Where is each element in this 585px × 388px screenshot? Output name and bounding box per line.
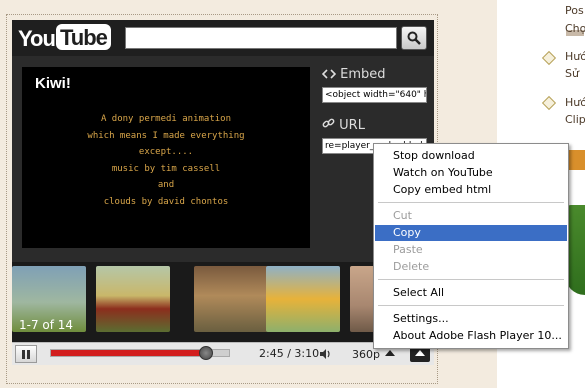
menu-item-watch-on-youtube[interactable]: Watch on YouTube [375,165,567,181]
embed-label: Embed [321,67,386,82]
url-label: URL [322,117,365,133]
player-header: You Tube [12,20,434,56]
menu-separator [378,279,564,280]
related-counter: 1-7 of 14 [19,318,74,332]
youtube-logo-tube[interactable]: Tube [56,24,111,50]
embed-code-field[interactable]: <object width="640" h [322,87,427,103]
credit-line: except.... [138,147,194,157]
pause-button[interactable] [15,345,37,363]
video-title: Kiwi! [35,75,71,92]
related-video-thumbnail[interactable] [96,266,170,332]
menu-item-paste[interactable]: Paste [375,242,567,258]
link-icon [322,118,335,128]
sidebar-link-3-line-2[interactable]: Clip [565,113,585,126]
search-input[interactable] [125,27,397,49]
video-area[interactable]: Kiwi! A dony permedi animation which mea… [22,67,310,287]
quality-selector[interactable]: 360p [352,348,380,361]
seek-bar[interactable] [50,346,230,360]
seek-progress [51,350,206,356]
menu-separator [378,305,564,306]
sidebar-link-1-line-2[interactable]: Chọ [565,22,585,35]
credit-line: which means I made everything [87,130,245,141]
credit-line: clouds by david chontos [103,196,229,207]
credit-line: and [157,180,175,190]
youtube-player[interactable]: You Tube Kiwi! A dony permedi animation … [12,20,434,365]
quality-arrow-icon[interactable] [385,350,395,356]
context-menu: Stop download Watch on YouTube Copy embe… [373,143,569,349]
sidebar-link-3-line-1[interactable]: Hướ [565,96,585,109]
url-label-text: URL [339,118,365,133]
menu-item-copy[interactable]: Copy [375,225,567,241]
search-button[interactable] [401,26,427,50]
player-controls: 2:45 / 3:10 360p [12,342,434,365]
menu-separator [378,202,564,203]
sidebar-link-2-line-2[interactable]: Sử [565,67,579,80]
menu-item-delete[interactable]: Delete [375,259,567,275]
code-icon [321,69,337,79]
related-video-thumbnail[interactable] [194,266,268,332]
related-video-thumbnail[interactable] [266,266,340,332]
embed-label-text: Embed [340,67,386,82]
credit-line: music by tim cassell [111,163,221,174]
youtube-logo-you[interactable]: You [18,26,56,52]
time-display: 2:45 / 3:10 [259,347,320,360]
menu-item-about-flash[interactable]: About Adobe Flash Player 10... [375,328,567,344]
menu-item-settings[interactable]: Settings... [375,311,567,327]
sidebar-link-2-line-1[interactable]: Hướ [565,50,585,63]
related-videos-strip [12,262,434,342]
menu-item-copy-embed-html[interactable]: Copy embed html [375,182,567,198]
volume-icon[interactable] [319,348,331,360]
menu-item-select-all[interactable]: Select All [375,285,567,301]
seek-handle[interactable] [198,346,213,360]
menu-item-stop-download[interactable]: Stop download [375,148,567,164]
search-icon [407,31,421,45]
video-credits: A dony permedi animation which means I m… [22,111,310,210]
menu-item-cut[interactable]: Cut [375,208,567,224]
credit-line: A dony permedi animation [100,114,232,124]
sidebar-link-1-line-1[interactable]: Pos [565,4,584,17]
